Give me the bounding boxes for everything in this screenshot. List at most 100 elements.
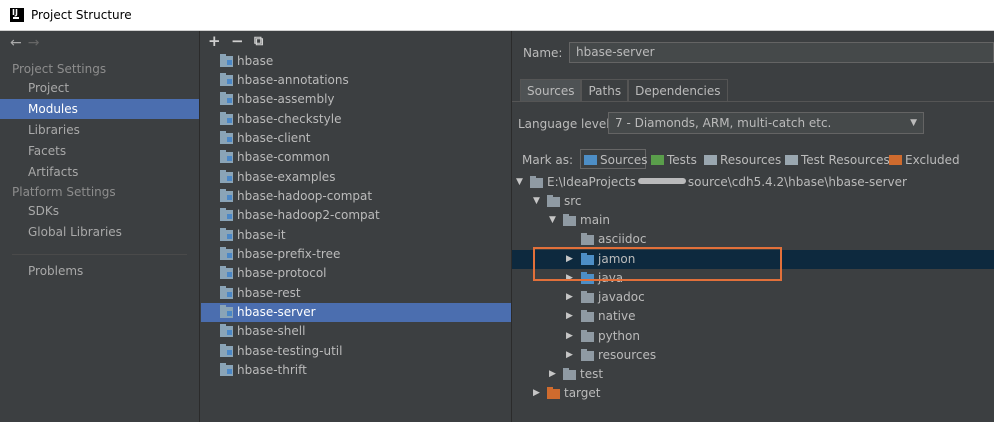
sidebar-item-libraries[interactable]: Libraries bbox=[0, 120, 199, 140]
module-row[interactable]: hbase-annotations bbox=[201, 71, 511, 90]
intellij-logo-icon: IJ bbox=[10, 8, 24, 22]
tree-row-native[interactable]: ▶ native bbox=[512, 307, 994, 326]
module-row[interactable]: hbase-protocol bbox=[201, 264, 511, 283]
module-row[interactable]: hbase-hadoop2-compat bbox=[201, 206, 511, 225]
collapsed-triangle-icon: ▶ bbox=[533, 388, 540, 398]
sidebar-item-sdks[interactable]: SDKs bbox=[0, 201, 199, 221]
module-label: hbase-assembly bbox=[237, 92, 335, 106]
module-label: hbase-examples bbox=[237, 170, 336, 184]
details-tabs: Sources Paths Dependencies bbox=[520, 79, 728, 101]
mark-sources-label: Sources bbox=[600, 153, 648, 167]
modules-panel: + − ⧉ hbase hbase-annotations hbase-asse… bbox=[201, 31, 512, 422]
module-icon bbox=[220, 286, 233, 299]
mark-as-label: Mark as: bbox=[522, 153, 574, 167]
remove-module-button[interactable]: − bbox=[231, 32, 244, 50]
tree-label: src bbox=[564, 194, 582, 208]
mark-test-resources-button[interactable]: Test Resources bbox=[785, 153, 890, 167]
settings-sidebar: ← → Project Settings Project Modules Libr… bbox=[0, 31, 200, 422]
module-label: hbase-shell bbox=[237, 324, 306, 338]
sources-folder-icon bbox=[584, 155, 597, 165]
tree-label: target bbox=[564, 386, 601, 400]
mark-sources-button[interactable]: Sources bbox=[584, 153, 647, 167]
module-row-selected[interactable]: hbase-server bbox=[201, 303, 511, 322]
mark-tests-button[interactable]: Tests bbox=[651, 153, 697, 167]
back-arrow-icon[interactable]: ← bbox=[10, 35, 22, 51]
excluded-folder-icon bbox=[547, 387, 560, 399]
module-row[interactable]: hbase bbox=[201, 52, 511, 71]
module-row[interactable]: hbase-rest bbox=[201, 284, 511, 303]
module-details: Name: hbase-server Sources Paths Depende… bbox=[512, 31, 994, 422]
module-label: hbase-prefix-tree bbox=[237, 247, 341, 261]
tree-row-resources[interactable]: ▶ resources bbox=[512, 346, 994, 365]
module-icon bbox=[220, 305, 233, 318]
mark-resources-button[interactable]: Resources bbox=[704, 153, 781, 167]
module-row[interactable]: hbase-prefix-tree bbox=[201, 245, 511, 264]
tree-label: javadoc bbox=[598, 290, 645, 304]
tree-row-test[interactable]: ▶ test bbox=[512, 365, 994, 384]
module-row[interactable]: hbase-hadoop-compat bbox=[201, 187, 511, 206]
sidebar-item-modules[interactable]: Modules bbox=[0, 99, 199, 119]
module-row[interactable]: hbase-thrift bbox=[201, 361, 511, 380]
module-icon bbox=[220, 92, 233, 105]
copy-module-button[interactable]: ⧉ bbox=[254, 34, 263, 49]
sidebar-item-facets[interactable]: Facets bbox=[0, 141, 199, 161]
sidebar-item-project[interactable]: Project bbox=[0, 78, 199, 98]
tree-label: native bbox=[598, 309, 636, 323]
tree-row-src[interactable]: ▼ src bbox=[512, 192, 994, 211]
module-label: hbase-thrift bbox=[237, 363, 307, 377]
tree-root-row[interactable]: ▼ E:\IdeaProjects source\cdh5.4.2\hbase\h… bbox=[512, 173, 994, 192]
module-icon bbox=[220, 363, 233, 376]
tree-row-target[interactable]: ▶ target bbox=[512, 384, 994, 403]
module-label: hbase-hadoop-compat bbox=[237, 189, 373, 203]
module-label: hbase-protocol bbox=[237, 266, 327, 280]
forward-arrow-icon[interactable]: → bbox=[28, 35, 40, 51]
sidebar-item-artifacts[interactable]: Artifacts bbox=[0, 162, 199, 182]
module-icon bbox=[220, 131, 233, 144]
module-row[interactable]: hbase-checkstyle bbox=[201, 110, 511, 129]
expanded-triangle-icon: ▼ bbox=[549, 215, 556, 225]
module-icon bbox=[220, 208, 233, 221]
tree-row-main[interactable]: ▼ main bbox=[512, 211, 994, 230]
module-row[interactable]: hbase-common bbox=[201, 148, 511, 167]
module-label: hbase-annotations bbox=[237, 73, 349, 87]
tab-paths[interactable]: Paths bbox=[581, 79, 629, 101]
collapsed-triangle-icon: ▶ bbox=[549, 369, 556, 379]
resources-folder-icon bbox=[704, 155, 717, 165]
module-row[interactable]: hbase-examples bbox=[201, 168, 511, 187]
module-name-input[interactable]: hbase-server bbox=[569, 42, 994, 63]
tab-dependencies[interactable]: Dependencies bbox=[628, 79, 728, 101]
module-icon bbox=[220, 189, 233, 202]
dropdown-arrow-icon: ▼ bbox=[910, 118, 917, 128]
collapsed-triangle-icon: ▶ bbox=[566, 350, 573, 360]
module-row[interactable]: hbase-shell bbox=[201, 322, 511, 341]
root-path-prefix: E:\IdeaProjects bbox=[547, 175, 636, 189]
module-row[interactable]: hbase-it bbox=[201, 226, 511, 245]
folder-icon bbox=[581, 233, 594, 245]
test-resources-folder-icon bbox=[785, 155, 798, 165]
module-label: hbase-it bbox=[237, 228, 286, 242]
module-row[interactable]: hbase-client bbox=[201, 129, 511, 148]
redacted-blur bbox=[637, 178, 686, 184]
folder-icon bbox=[530, 176, 543, 188]
module-row[interactable]: hbase-assembly bbox=[201, 90, 511, 109]
tree-row-javadoc[interactable]: ▶ javadoc bbox=[512, 288, 994, 307]
sidebar-item-problems[interactable]: Problems bbox=[0, 261, 199, 281]
folder-icon bbox=[581, 349, 594, 361]
tree-label: main bbox=[580, 213, 610, 227]
module-icon bbox=[220, 170, 233, 183]
window-title: Project Structure bbox=[31, 8, 132, 22]
module-label: hbase-checkstyle bbox=[237, 112, 342, 126]
expanded-triangle-icon: ▼ bbox=[533, 196, 540, 206]
language-level-label: Language level: bbox=[518, 117, 614, 131]
module-row[interactable]: hbase-testing-util bbox=[201, 342, 511, 361]
module-label: hbase-hadoop2-compat bbox=[237, 208, 380, 222]
collapsed-triangle-icon: ▶ bbox=[566, 331, 573, 341]
module-icon bbox=[220, 54, 233, 67]
add-module-button[interactable]: + bbox=[208, 32, 221, 50]
module-icon bbox=[220, 344, 233, 357]
tree-row-python[interactable]: ▶ python bbox=[512, 327, 994, 346]
tab-sources[interactable]: Sources bbox=[520, 79, 582, 101]
sidebar-item-global-libraries[interactable]: Global Libraries bbox=[0, 222, 199, 242]
language-level-select[interactable]: 7 - Diamonds, ARM, multi-catch etc. ▼ bbox=[608, 112, 924, 134]
mark-excluded-button[interactable]: Excluded bbox=[889, 153, 960, 167]
